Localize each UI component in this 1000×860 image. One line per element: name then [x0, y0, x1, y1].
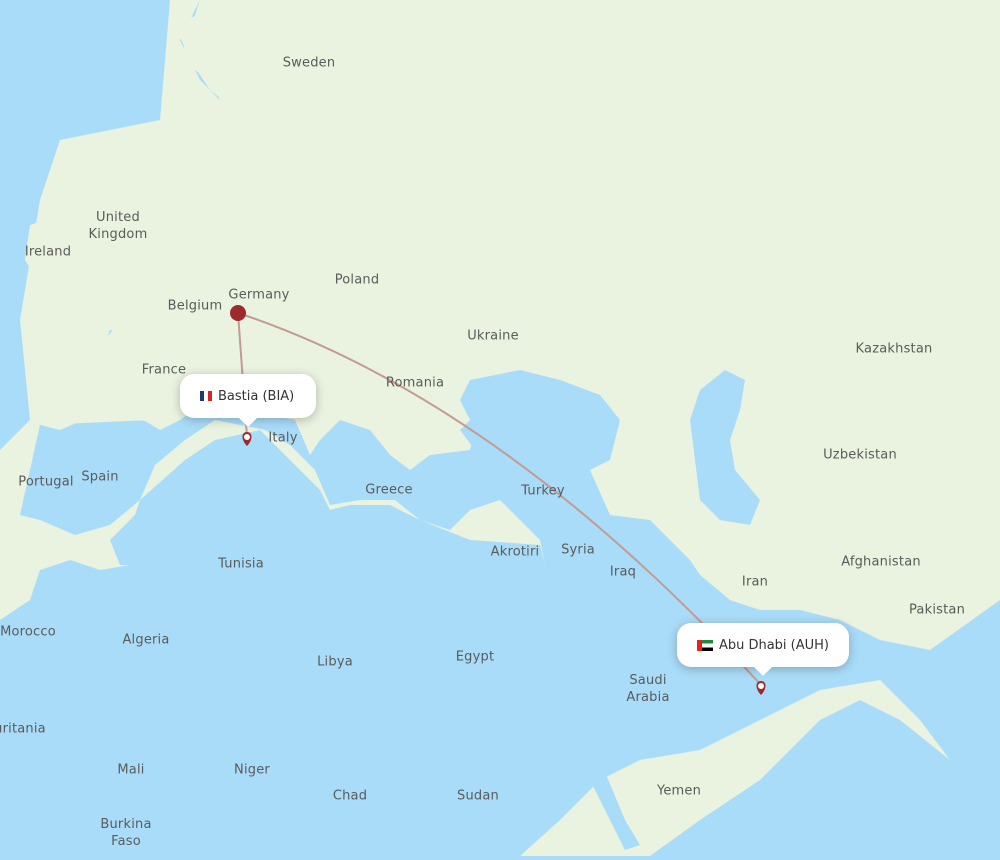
country-label: Pakistan: [908, 602, 966, 618]
country-label: Ukraine: [467, 328, 519, 344]
country-label: United Kingdom: [88, 210, 148, 242]
country-label: Italy: [268, 430, 298, 446]
country-label: Algeria: [122, 632, 170, 648]
country-label: uritania: [0, 721, 46, 737]
country-label: Iran: [741, 574, 769, 590]
country-label: Ireland: [24, 244, 72, 260]
country-label: Turkey: [521, 483, 565, 499]
country-label: Chad: [332, 788, 368, 804]
country-label: Burkina Faso: [100, 817, 152, 849]
country-label: Uzbekistan: [823, 447, 897, 463]
map-canvas: [0, 0, 1000, 856]
uae-flag-icon: [697, 639, 713, 651]
country-label: Belgium: [167, 298, 223, 314]
country-label: Sweden: [282, 55, 336, 71]
country-label: Egypt: [455, 649, 495, 665]
country-label: Tunisia: [218, 556, 264, 572]
country-label: Niger: [234, 762, 270, 778]
destination-label: Abu Dhabi (AUH): [718, 637, 829, 653]
country-label: Spain: [81, 469, 119, 485]
country-label: Morocco: [0, 624, 56, 640]
route-map[interactable]: Sweden United Kingdom Ireland Poland Bel…: [0, 0, 1000, 856]
country-label: Germany: [228, 287, 290, 303]
country-label: France: [141, 362, 187, 378]
country-label: Afghanistan: [841, 554, 921, 570]
country-label: Akrotiri: [490, 544, 540, 560]
origin-callout[interactable]: Bastia (BIA): [180, 374, 316, 427]
destination-callout[interactable]: Abu Dhabi (AUH): [677, 623, 849, 676]
country-label: Portugal: [18, 474, 74, 490]
country-label: Mali: [117, 762, 145, 778]
country-label: Iraq: [609, 564, 637, 580]
country-label: Sudan: [457, 788, 499, 804]
country-label: Poland: [334, 272, 380, 288]
country-label: Libya: [317, 654, 353, 670]
france-flag-icon: [200, 391, 212, 401]
country-label: Romania: [385, 375, 445, 391]
country-label: Greece: [365, 482, 413, 498]
country-label: Kazakhstan: [855, 341, 933, 357]
country-label: Saudi Arabia: [626, 673, 670, 705]
hub-marker[interactable]: [230, 305, 246, 321]
country-label: Syria: [561, 542, 595, 558]
country-label: Yemen: [656, 783, 702, 799]
origin-label: Bastia (BIA): [218, 388, 295, 404]
